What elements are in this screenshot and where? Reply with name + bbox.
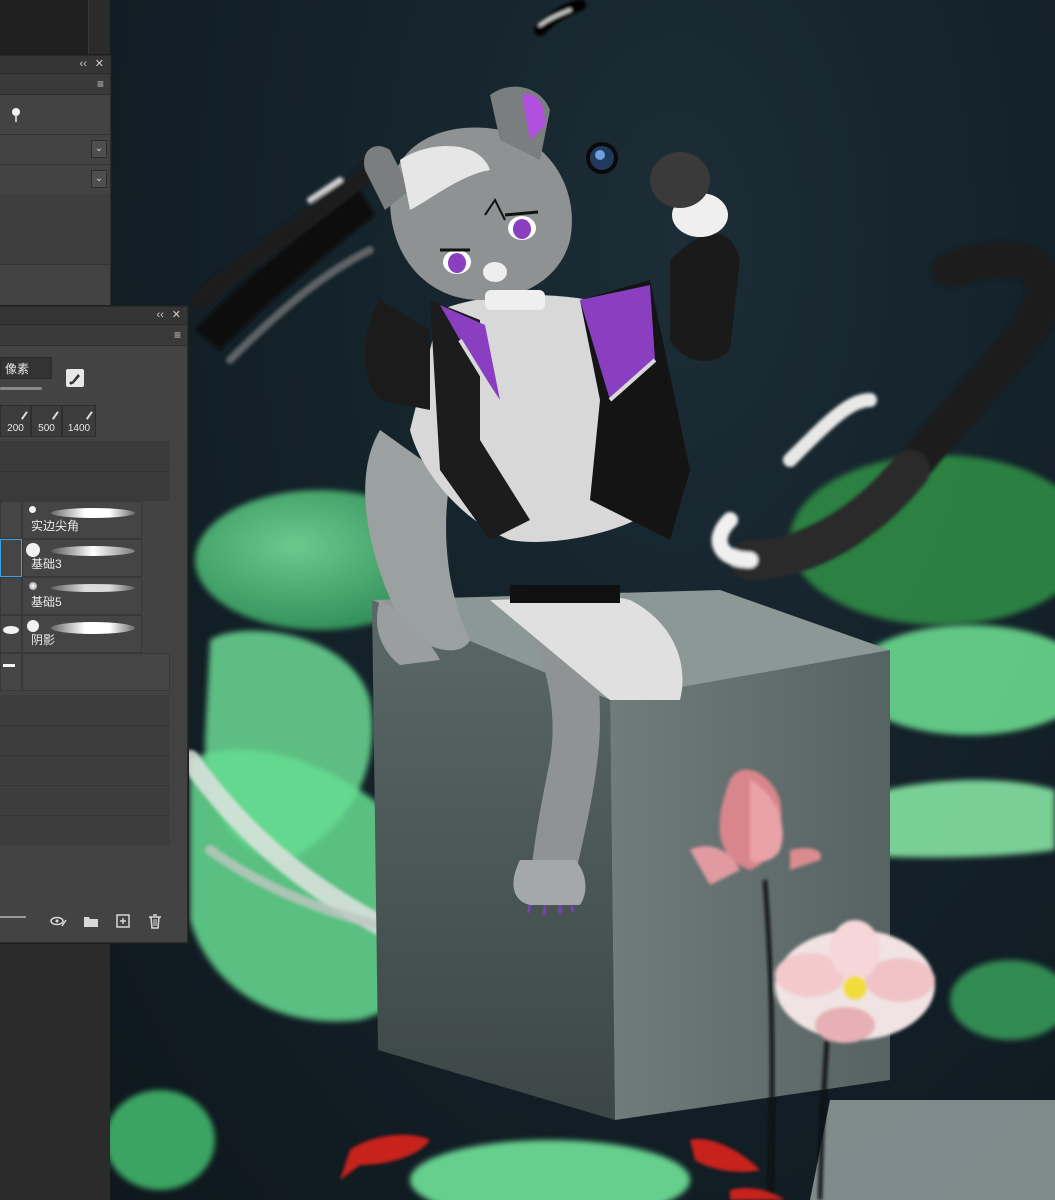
eye-brush-icon[interactable]	[50, 912, 68, 930]
brush-cell-partial[interactable]	[0, 615, 22, 653]
properties-panel: ‹‹ ✕ ≡ ⌄ ⌄	[0, 55, 111, 307]
dropdown-row-2: ⌄	[0, 164, 110, 195]
brush-cell-empty	[22, 653, 170, 691]
preset-label: 500	[38, 423, 55, 434]
edit-brush-settings-button[interactable]	[66, 369, 84, 387]
folder-icon[interactable]	[82, 912, 100, 930]
brush-cell-partial[interactable]	[0, 577, 22, 615]
brush-dot-icon	[29, 582, 37, 590]
brush-stroke-preview	[51, 546, 135, 556]
dropdown-caret-icon[interactable]: ⌄	[91, 140, 107, 158]
preset-size-500[interactable]: 500	[31, 405, 62, 437]
preset-label: 200	[7, 423, 24, 434]
panel-menu-icon[interactable]: ≡	[174, 329, 181, 341]
brush-preset-basic-3[interactable]: 基础3	[22, 539, 142, 577]
brush-size-field[interactable]: 像素	[0, 357, 52, 379]
brush-preset-shadow[interactable]: 阴影	[22, 615, 142, 653]
brush-name: 基础3	[31, 557, 62, 571]
brush-name: 基础5	[31, 595, 62, 609]
document-tab-area	[0, 0, 89, 55]
toggle-row	[0, 94, 110, 135]
panel-menu-icon[interactable]: ≡	[97, 78, 104, 90]
brush-preset-hard-round[interactable]: 实边尖角	[22, 501, 142, 539]
panel-tabbar: ≡	[0, 74, 110, 95]
close-panel-button[interactable]: ✕	[172, 310, 181, 321]
collapse-panel-button[interactable]: ‹‹	[156, 310, 163, 321]
new-brush-icon[interactable]	[114, 912, 132, 930]
brush-tip-icon	[15, 407, 28, 420]
brush-tip-icon	[80, 407, 93, 420]
brush-dot-icon	[29, 506, 36, 513]
brush-stroke-preview	[51, 584, 135, 592]
brush-settings-icon	[69, 374, 80, 385]
brush-cell-selected[interactable]	[0, 539, 22, 577]
brush-preset-basic-5[interactable]: 基础5	[22, 577, 142, 615]
preset-size-1400[interactable]: 1400	[62, 405, 96, 437]
collapse-panel-button[interactable]: ‹‹	[79, 59, 86, 70]
close-panel-button[interactable]: ✕	[95, 59, 104, 70]
brush-size-slider[interactable]	[0, 387, 42, 390]
artwork-canvas[interactable]	[110, 0, 1055, 1200]
panel-titlebar: ‹‹ ✕	[0, 307, 187, 325]
brush-tip-icon	[46, 407, 59, 420]
brush-panel-toolbar	[0, 905, 187, 937]
panel-content-area	[0, 194, 110, 265]
brush-name: 阴影	[31, 633, 56, 647]
artwork	[110, 0, 1055, 1200]
panel-tabbar: ≡	[0, 325, 187, 346]
toggle-switch[interactable]	[12, 108, 20, 122]
dropdown-caret-icon[interactable]: ⌄	[91, 170, 107, 188]
brush-name: 实边尖角	[31, 519, 80, 533]
brushes-panel: ‹‹ ✕ ≡ 像素 200 500 1400 实边尖角 基础3 基础5 阴影	[0, 306, 188, 943]
preset-label: 1400	[67, 423, 91, 434]
brush-stroke-preview	[51, 622, 135, 634]
preset-size-200[interactable]: 200	[0, 405, 31, 437]
brush-cell-partial[interactable]	[0, 501, 22, 539]
brush-cell-partial[interactable]	[0, 653, 22, 691]
trash-icon[interactable]	[146, 912, 164, 930]
dropdown-row-1: ⌄	[0, 134, 110, 165]
brush-list-empty-area	[0, 695, 170, 845]
brush-list-scrollbar[interactable]	[171, 441, 186, 893]
panel-titlebar: ‹‹ ✕	[0, 56, 110, 74]
